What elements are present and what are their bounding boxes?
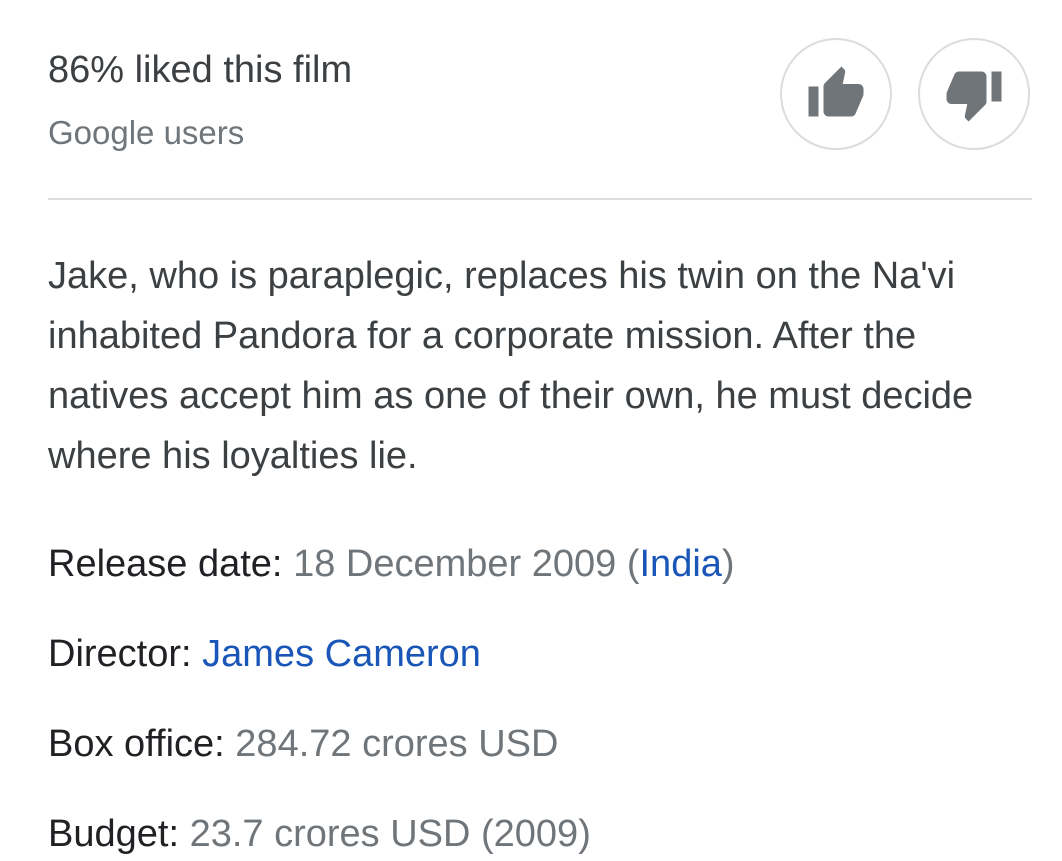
director-label: Director: xyxy=(48,633,192,675)
film-description: Jake, who is paraplegic, replaces his tw… xyxy=(48,255,974,477)
budget-label: Budget: xyxy=(48,813,179,855)
box-office-row: Box office: 284.72 crores USD xyxy=(48,720,558,768)
box-office-label: Box office: xyxy=(48,723,225,765)
box-office-value: 284.72 crores USD xyxy=(235,723,559,765)
dislike-button[interactable] xyxy=(918,38,1030,150)
open-paren: ( xyxy=(626,543,640,585)
thumb-down-icon xyxy=(946,71,1002,122)
rating-title: 86% liked this film xyxy=(48,49,353,91)
release-region-link[interactable]: India xyxy=(640,543,722,585)
like-button[interactable] xyxy=(780,38,892,150)
thumb-up-icon xyxy=(808,66,864,117)
budget-row: Budget: 23.7 crores USD (2009) xyxy=(48,810,591,858)
rating-source: Google users xyxy=(48,114,245,151)
release-date-label: Release date: xyxy=(48,543,283,585)
budget-value: 23.7 crores USD (2009) xyxy=(189,813,591,855)
director-row: Director: James Cameron xyxy=(48,630,481,678)
close-paren: ) xyxy=(721,543,735,585)
rating-header: 86% liked this film Google users xyxy=(48,0,1032,200)
director-link[interactable]: James Cameron xyxy=(202,633,481,675)
release-date-value: 18 December 2009 xyxy=(293,543,617,585)
release-date-row: Release date: 18 December 2009 (India) xyxy=(48,540,735,588)
